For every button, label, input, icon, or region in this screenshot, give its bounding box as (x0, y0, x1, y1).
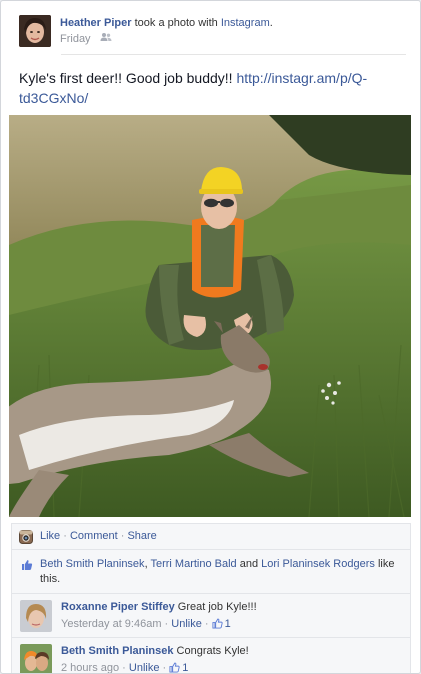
feedback-section: Beth Smith Planinsek, Terri Martino Bald… (11, 549, 411, 674)
photo-image (9, 115, 411, 517)
liker-link[interactable]: Lori Planinsek Rodgers (261, 558, 375, 570)
comment-item: Roxanne Piper Stiffey Great job Kyle!!! … (12, 594, 410, 638)
likes-summary: Beth Smith Planinsek, Terri Martino Bald… (12, 550, 410, 594)
commenter-avatar[interactable] (20, 600, 52, 632)
liker-link[interactable]: Beth Smith Planinsek (40, 558, 145, 570)
story-actions-bar: Like · Comment · Share (11, 523, 411, 549)
instagram-icon (19, 530, 33, 544)
meta-separator: · (161, 618, 172, 630)
likes-separator: and (236, 558, 262, 570)
like-count-value: 1 (182, 662, 189, 674)
action-text: took a photo with (134, 17, 218, 29)
action-suffix: . (269, 17, 273, 29)
like-count-value: 1 (224, 618, 231, 630)
like-thumb-icon (212, 618, 223, 634)
unlike-button[interactable]: Unlike (171, 618, 202, 630)
comment-item: Beth Smith Planinsek Congrats Kyle! 2 ho… (12, 638, 410, 674)
comment-like-count[interactable]: 1 (169, 662, 189, 674)
share-button[interactable]: Share (127, 530, 156, 542)
caption-text: Kyle's first deer!! Good job buddy!! (19, 70, 233, 86)
author-name-link[interactable]: Heather Piper (60, 17, 132, 29)
post-photo[interactable] (9, 115, 411, 517)
post-caption: Kyle's first deer!! Good job buddy!! htt… (19, 68, 399, 108)
comment-meta: Yesterday at 9:46am · Unlike · 1 (61, 617, 404, 634)
app-link[interactable]: Instagram (221, 17, 270, 29)
header-divider (61, 54, 406, 55)
action-separator: · (117, 530, 128, 542)
comment-text: Great job Kyle!!! (177, 601, 257, 613)
story-header: Heather Piper took a photo with Instagra… (19, 15, 410, 49)
timestamp-link[interactable]: Friday (60, 33, 91, 45)
comment-like-count[interactable]: 1 (212, 618, 231, 630)
like-thumb-icon (21, 559, 33, 571)
comment-meta: 2 hours ago · Unlike · 1 (61, 661, 404, 674)
meta-separator: · (159, 662, 170, 674)
comment-button[interactable]: Comment (70, 530, 118, 542)
story-meta: Friday (60, 32, 410, 46)
comment-text: Congrats Kyle! (176, 645, 249, 657)
story-title: Heather Piper took a photo with Instagra… (60, 16, 410, 30)
commenter-name-link[interactable]: Beth Smith Planinsek (61, 645, 173, 657)
meta-separator: · (119, 662, 129, 674)
comment-timestamp[interactable]: 2 hours ago (61, 662, 119, 673)
unlike-button[interactable]: Unlike (129, 662, 160, 673)
friends-icon[interactable] (100, 32, 112, 46)
feed-story: Heather Piper took a photo with Instagra… (0, 0, 421, 674)
commenter-avatar[interactable] (20, 644, 52, 673)
meta-separator: · (201, 618, 212, 630)
liker-link[interactable]: Terri Martino Bald (150, 558, 236, 570)
commenter-name-link[interactable]: Roxanne Piper Stiffey (61, 601, 175, 613)
action-separator: · (60, 530, 70, 542)
like-thumb-icon (169, 662, 180, 673)
author-avatar[interactable] (19, 15, 51, 47)
like-button[interactable]: Like (40, 530, 60, 542)
comment-timestamp[interactable]: Yesterday at 9:46am (61, 618, 162, 630)
